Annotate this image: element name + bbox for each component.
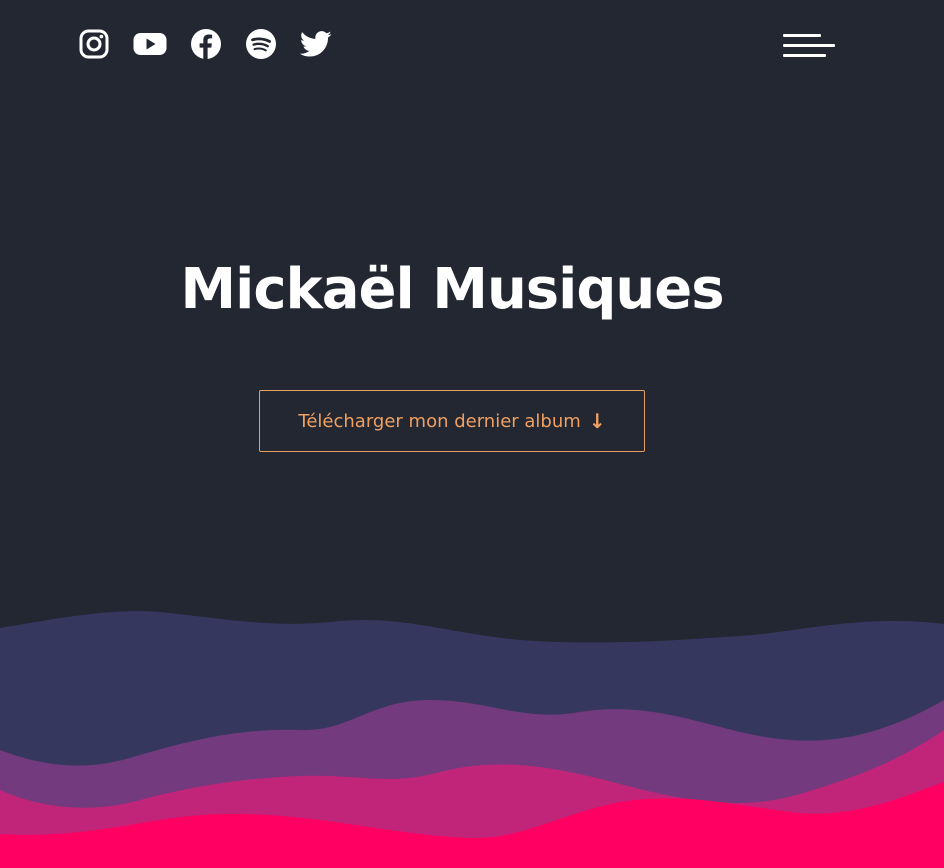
spotify-icon xyxy=(246,29,276,59)
download-album-button[interactable]: Télécharger mon dernier album ↓ xyxy=(259,390,645,452)
menu-line xyxy=(783,44,835,47)
social-links xyxy=(78,28,355,60)
wave-decoration xyxy=(0,600,944,868)
youtube-link[interactable] xyxy=(133,28,167,60)
page-title: Mickaël Musiques xyxy=(180,257,724,322)
waves-svg xyxy=(0,611,944,868)
download-album-label: Télécharger mon dernier album xyxy=(298,410,581,432)
menu-line xyxy=(783,34,821,37)
landing-page: Mickaël Musiques Télécharger mon dernier… xyxy=(0,0,944,868)
facebook-link[interactable] xyxy=(190,28,222,60)
spotify-link[interactable] xyxy=(245,28,277,60)
twitter-icon xyxy=(300,31,332,57)
youtube-icon xyxy=(133,33,167,55)
facebook-icon xyxy=(191,29,221,59)
arrow-down-icon: ↓ xyxy=(588,409,606,433)
instagram-link[interactable] xyxy=(78,28,110,60)
menu-line xyxy=(783,54,826,57)
hamburger-menu-icon[interactable] xyxy=(783,33,835,59)
instagram-icon xyxy=(79,29,109,59)
twitter-link[interactable] xyxy=(300,28,332,60)
